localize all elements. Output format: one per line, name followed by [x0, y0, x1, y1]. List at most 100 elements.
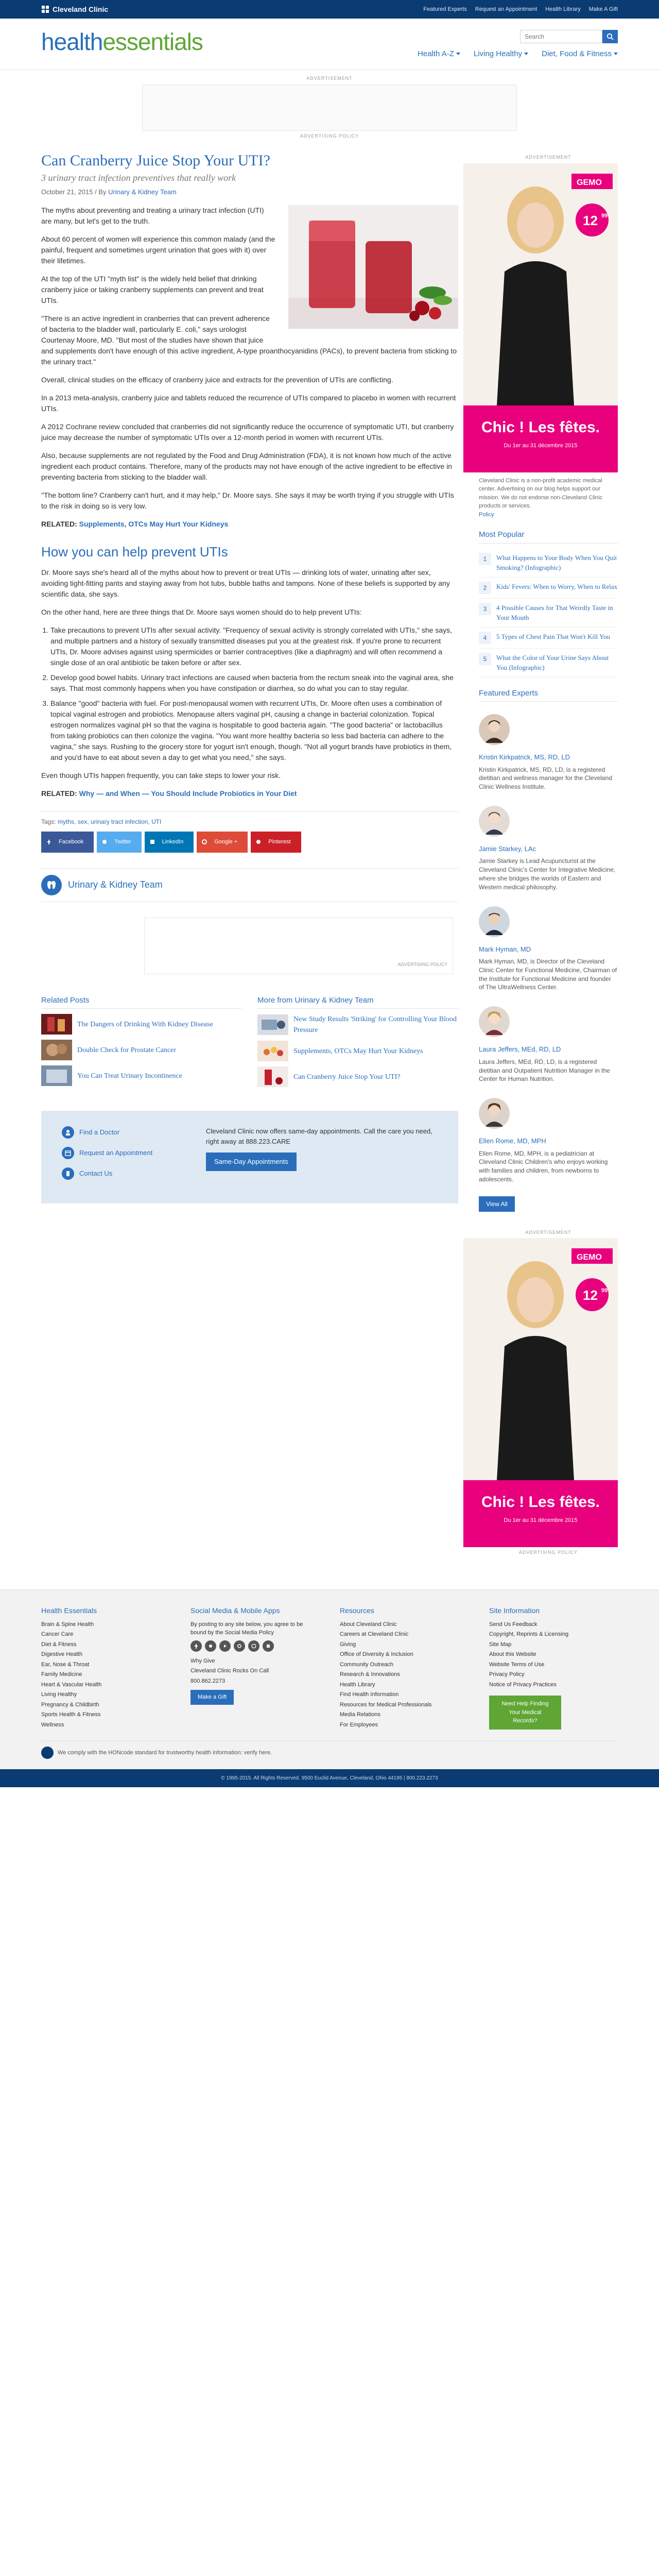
footer-link[interactable]: Digestive Health	[41, 1650, 170, 1659]
related-article-link[interactable]: Supplements, OTCs May Hurt Your Kidneys	[79, 520, 229, 528]
footer-link[interactable]: Ear, Nose & Throat	[41, 1660, 170, 1669]
nav-health-a-z[interactable]: Health A-Z	[418, 48, 460, 60]
related-post-item[interactable]: Double Check for Prostate Cancer	[41, 1040, 242, 1060]
related-post-item[interactable]: Supplements, OTCs May Hurt Your Kidneys	[257, 1041, 458, 1061]
share-twitter-button[interactable]: Twitter	[97, 832, 142, 853]
request-appointment-link[interactable]: Request an Appointment	[62, 1147, 185, 1159]
expert-name[interactable]: Mark Hyman, MD	[479, 944, 618, 955]
footer-link[interactable]: Sports Health & Fitness	[41, 1710, 170, 1719]
expert-photo[interactable]	[479, 805, 510, 837]
expert-photo[interactable]	[479, 714, 510, 745]
footer-link[interactable]: Heart & Vascular Health	[41, 1681, 170, 1689]
medical-records-button[interactable]: Need Help Finding Your Medical Records?	[489, 1696, 561, 1730]
popular-item[interactable]: 3 4 Possible Causes for That Weirdly Tast…	[479, 599, 618, 628]
tag-links[interactable]: myths, sex, urinary tract infection, UTI	[58, 818, 161, 825]
linkedin-icon[interactable]	[263, 1640, 274, 1652]
search-input[interactable]	[520, 30, 602, 43]
share-facebook-button[interactable]: Facebook	[41, 832, 94, 853]
expert-name[interactable]: Ellen Rome, MD, MPH	[479, 1136, 618, 1146]
expert-photo[interactable]	[479, 1006, 510, 1038]
cleveland-clinic-logo[interactable]: Cleveland Clinic	[41, 4, 108, 15]
footer-link[interactable]: About Cleveland Clinic	[340, 1620, 469, 1629]
make-a-gift-button[interactable]: Make a Gift	[190, 1690, 234, 1705]
more-from-team-heading: More from Urinary & Kidney Team	[257, 995, 458, 1009]
nav-diet-food-fitness[interactable]: Diet, Food & Fitness	[542, 48, 618, 60]
hon-seal-icon[interactable]	[41, 1747, 54, 1759]
footer-link[interactable]: Privacy Policy	[489, 1670, 618, 1679]
top-link-health-library[interactable]: Health Library	[545, 5, 580, 14]
footer-link[interactable]: Why Give	[190, 1657, 319, 1666]
contact-us-link[interactable]: Contact Us	[62, 1167, 185, 1180]
popular-item[interactable]: 2 Kids' Fevers: When to Worry, When to Re…	[479, 578, 618, 599]
popular-item[interactable]: 4 5 Types of Chest Pain That Won't Kill Y…	[479, 628, 618, 649]
footer-link[interactable]: Resources for Medical Professionals	[340, 1701, 469, 1709]
most-popular-heading: Most Popular	[479, 529, 618, 544]
footer-link[interactable]: Find Health Information	[340, 1690, 469, 1699]
leaderboard-ad[interactable]	[142, 84, 517, 131]
footer-link[interactable]: Copyright, Reprints & Licensing	[489, 1630, 618, 1639]
footer-link[interactable]: Site Map	[489, 1640, 618, 1649]
share-linkedin-button[interactable]: LinkedIn	[144, 832, 194, 853]
youtube-icon[interactable]	[219, 1640, 231, 1652]
author-link[interactable]: Urinary & Kidney Team	[108, 188, 177, 196]
pinterest-icon[interactable]	[234, 1640, 245, 1652]
footer-link[interactable]: Wellness	[41, 1721, 170, 1730]
ad-policy-link[interactable]: ADVERTISING POLICY	[398, 961, 447, 969]
twitter-icon[interactable]	[205, 1640, 216, 1652]
instagram-icon[interactable]	[248, 1640, 259, 1652]
related-post-item[interactable]: The Dangers of Drinking With Kidney Dise…	[41, 1014, 242, 1035]
footer-link[interactable]: Careers at Cleveland Clinic	[340, 1630, 469, 1639]
footer-link[interactable]: Health Library	[340, 1681, 469, 1689]
ad-policy-link[interactable]: ADVERTISING POLICY	[41, 131, 618, 142]
footer-link[interactable]: Brain & Spine Health	[41, 1620, 170, 1629]
article-body: The myths about preventing and treating …	[41, 205, 458, 799]
top-link-make-a-gift[interactable]: Make A Gift	[589, 5, 618, 14]
nav-living-healthy[interactable]: Living Healthy	[474, 48, 529, 60]
most-popular: Most Popular 1 What Happens to Your Body …	[479, 529, 618, 677]
facebook-icon[interactable]	[190, 1640, 202, 1652]
related-post-item[interactable]: New Study Results 'Striking' for Control…	[257, 1014, 458, 1036]
footer-link[interactable]: About this Website	[489, 1650, 618, 1659]
search-button[interactable]	[602, 30, 618, 43]
inline-ad[interactable]: ADVERTISING POLICY	[144, 917, 453, 974]
sidebar-ad-gemo[interactable]: GEMO 12 99 Chic ! Les fêtes. Du 1er au 3…	[463, 163, 618, 472]
related-post-item[interactable]: You Can Treat Urinary Incontinence	[41, 1065, 242, 1086]
footer-link[interactable]: Cancer Care	[41, 1630, 170, 1639]
related-post-item[interactable]: Can Cranberry Juice Stop Your UTI?	[257, 1066, 458, 1087]
ad-policy-link[interactable]: ADVERTISING POLICY	[479, 1547, 618, 1558]
author-box[interactable]: Urinary & Kidney Team	[41, 868, 458, 902]
popular-title: Kids' Fevers: When to Worry, When to Rel…	[496, 582, 618, 590]
footer-link[interactable]: Pregnancy & Childbirth	[41, 1701, 170, 1709]
expert-photo[interactable]	[479, 906, 510, 937]
expert-name[interactable]: Jamie Starkey, LAc	[479, 844, 618, 854]
footer-link[interactable]: Notice of Privacy Practices	[489, 1681, 618, 1689]
related-article-link[interactable]: Why — and When — You Should Include Prob…	[79, 789, 297, 798]
footer-link[interactable]: Living Healthy	[41, 1690, 170, 1699]
footer-link[interactable]: Giving	[340, 1640, 469, 1649]
share-pinterest-button[interactable]: Pinterest	[251, 832, 301, 853]
footer-link[interactable]: For Employees	[340, 1721, 469, 1730]
footer-link[interactable]: Family Medicine	[41, 1670, 170, 1679]
footer-link[interactable]: Send Us Feedback	[489, 1620, 618, 1629]
sidebar-ad-gemo-bottom[interactable]: GEMO 12 99 Chic ! Les fêtes. Du 1er au 3…	[463, 1238, 618, 1548]
footer-link[interactable]: Media Relations	[340, 1710, 469, 1719]
health-essentials-logo[interactable]: healthessentials	[41, 30, 203, 54]
share-google-button[interactable]: Google +	[197, 832, 248, 853]
footer-link[interactable]: Research & Innovations	[340, 1670, 469, 1679]
footer-link[interactable]: Website Terms of Use	[489, 1660, 618, 1669]
footer-link[interactable]: Community Outreach	[340, 1660, 469, 1669]
expert-photo[interactable]	[479, 1098, 510, 1129]
top-link-featured-experts[interactable]: Featured Experts	[423, 5, 466, 14]
popular-item[interactable]: 5 What the Color of Your Urine Says About…	[479, 649, 618, 677]
ad-policy-link[interactable]: Policy	[479, 511, 608, 519]
expert-name[interactable]: Laura Jeffers, MEd, RD, LD	[479, 1044, 618, 1055]
popular-item[interactable]: 1 What Happens to Your Body When You Quit…	[479, 549, 618, 578]
footer-link[interactable]: Office of Diversity & Inclusion	[340, 1650, 469, 1659]
clinic-logo-icon	[42, 6, 49, 13]
find-a-doctor-link[interactable]: Find a Doctor	[62, 1126, 185, 1139]
footer-link[interactable]: Diet & Fitness	[41, 1640, 170, 1649]
same-day-appointments-button[interactable]: Same-Day Appointments	[206, 1153, 297, 1171]
view-all-experts-button[interactable]: View All	[479, 1196, 515, 1212]
top-link-request-appointment[interactable]: Request an Appointment	[475, 5, 537, 14]
expert-name[interactable]: Kristin Kirkpatrick, MS, RD, LD	[479, 752, 618, 762]
